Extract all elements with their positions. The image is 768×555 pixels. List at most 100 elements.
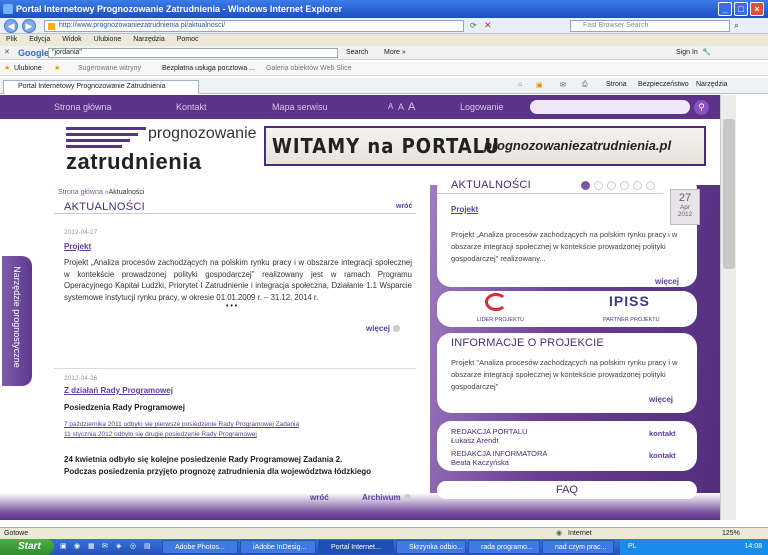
quicklaunch-icon[interactable]: ◎ — [130, 542, 136, 550]
scrollbar[interactable] — [720, 95, 736, 520]
site-search-icon[interactable]: ⚲ — [694, 100, 709, 115]
nav-home[interactable]: Strona główna — [54, 95, 112, 119]
language-indicator[interactable]: PL — [628, 539, 637, 555]
font-size-small[interactable]: A — [388, 95, 393, 119]
site-logo[interactable]: prognozowanie zatrudnienia — [66, 123, 257, 178]
clock[interactable]: 14:08 — [744, 543, 762, 550]
contact-label: REDAKCJA INFORMATORA — [451, 449, 548, 458]
print-icon[interactable]: ⎙ — [582, 81, 588, 89]
carousel-dot[interactable] — [646, 181, 655, 190]
task-button[interactable]: Adobe Photos... — [162, 540, 238, 554]
menu-tools[interactable]: Narzędzia — [133, 36, 165, 43]
task-button[interactable]: rada programo... — [468, 540, 540, 554]
project-panel-more[interactable]: więcej — [649, 395, 673, 404]
fav-web-slice[interactable]: Galeria obiektów Web Slice — [266, 62, 351, 76]
carousel-dot-active[interactable] — [581, 181, 590, 190]
add-favorite-icon[interactable]: ★ — [54, 62, 60, 76]
news-panel-more[interactable]: więcej — [655, 277, 679, 286]
news-panel: AKTUALNOŚCI Projekt Projekt „Analiza pro… — [437, 175, 697, 287]
web-search-input[interactable]: Fast Browser Search — [570, 20, 730, 32]
menu-file[interactable]: Plik — [6, 36, 17, 43]
site-nav-bar: Strona główna Kontakt Mapa serwisu A A A… — [0, 95, 720, 119]
maximize-button[interactable]: □ — [734, 2, 748, 16]
close-toolbar-icon[interactable]: ✕ — [4, 46, 10, 60]
contact-name: Beata Kaczyńska — [451, 458, 509, 467]
archive-label[interactable]: Archiwum — [362, 493, 401, 502]
article-title[interactable]: Projekt — [64, 242, 416, 251]
signin-link[interactable]: Sign In — [676, 46, 698, 60]
quicklaunch-icon[interactable]: ◈ — [116, 542, 121, 550]
security-menu[interactable]: Bezpieczeństwo — [638, 81, 689, 88]
forward-icon[interactable]: ▶ — [22, 19, 36, 33]
font-size-large[interactable]: A — [408, 95, 415, 119]
mail-icon[interactable]: ✉ — [560, 81, 566, 89]
archive-link[interactable]: Archiwum — [362, 493, 411, 502]
article-more[interactable]: więcej — [366, 324, 416, 333]
wrench-icon[interactable]: 🔧 — [702, 46, 711, 60]
refresh-icon[interactable]: ⟳ — [470, 21, 477, 30]
task-button[interactable]: nad czym prac... — [542, 540, 614, 554]
status-bar: Gotowe ◉ Internet 125% — [0, 527, 768, 539]
carousel-dot[interactable] — [633, 181, 642, 190]
address-field[interactable]: http://www.prognozowaniezatrudnienia.pl/… — [44, 20, 464, 32]
page-menu[interactable]: Strona — [606, 81, 627, 88]
faq-label[interactable]: FAQ — [556, 484, 578, 496]
main-back-link[interactable]: wróć — [396, 203, 412, 210]
google-query: "jordania" — [52, 49, 82, 56]
quicklaunch-icon[interactable]: ▦ — [88, 542, 95, 550]
browser-tab[interactable]: Portal Internetowy Prognozowanie Zatrudn… — [3, 80, 199, 94]
fav-suggested-sites[interactable]: Sugerowane witryny — [78, 62, 141, 76]
nav-sitemap[interactable]: Mapa serwisu — [272, 95, 328, 119]
article-link[interactable]: 7 października 2011 odbyło się pierwsze … — [64, 420, 416, 430]
contact-link[interactable]: kontakt — [649, 429, 676, 438]
nav-login[interactable]: Logowanie — [460, 95, 504, 119]
logo-bar — [66, 145, 122, 148]
fav-free-mail[interactable]: Bezpłatna usługa pocztowa ... — [162, 62, 255, 76]
menu-edit[interactable]: Edycja — [29, 36, 50, 43]
news-panel-link[interactable]: Projekt — [451, 205, 478, 214]
contact-link[interactable]: kontakt — [649, 451, 676, 460]
site-search-input[interactable] — [530, 100, 690, 114]
forecast-tool-tab[interactable]: Narzędzie prognostyczne — [2, 256, 32, 386]
footer-back[interactable]: wróć — [310, 493, 329, 502]
task-button[interactable]: iAdobe InDesig... — [240, 540, 316, 554]
faq-panel[interactable]: FAQ — [437, 481, 697, 499]
more-button[interactable]: More » — [384, 46, 406, 60]
favorites-button[interactable]: Ulubione — [14, 62, 42, 76]
article-link[interactable]: 11 stycznia 2012 odbyło się drugie posie… — [64, 430, 416, 440]
quicklaunch-icon[interactable]: ▤ — [144, 542, 151, 550]
quicklaunch-icon[interactable]: ◉ — [74, 542, 80, 550]
carousel-dot[interactable] — [620, 181, 629, 190]
start-button[interactable]: Start — [0, 539, 54, 555]
menu-favorites[interactable]: Ulubione — [94, 36, 122, 43]
search-icon[interactable]: ⌕ — [734, 20, 739, 31]
font-size-medium[interactable]: A — [398, 95, 404, 119]
partner-logo[interactable]: IPISS — [609, 293, 650, 309]
task-button[interactable]: Skrzynka odbio... — [396, 540, 466, 554]
article-title[interactable]: Z działań Rady Programowej — [64, 386, 416, 395]
carousel-dot[interactable] — [607, 181, 616, 190]
rss-icon[interactable]: ▣ — [536, 81, 543, 89]
stop-icon[interactable]: ✕ — [484, 20, 492, 31]
home-icon[interactable]: ⌂ — [518, 81, 522, 88]
menu-view[interactable]: Widok — [62, 36, 81, 43]
task-button-active[interactable]: Portal Internet... — [318, 540, 394, 554]
minimize-button[interactable]: _ — [718, 2, 732, 16]
menu-help[interactable]: Pomoc — [177, 36, 199, 43]
quicklaunch-icon[interactable]: ▣ — [60, 542, 67, 550]
date-month: Apr — [679, 204, 691, 211]
scrollbar-thumb[interactable] — [723, 119, 735, 269]
tools-menu[interactable]: Narzędzia — [696, 81, 728, 88]
footer-back-link[interactable]: wróć — [310, 493, 329, 502]
quicklaunch-icon[interactable]: ✉ — [102, 542, 108, 550]
close-button[interactable]: × — [750, 2, 764, 16]
leader-logo-icon[interactable] — [485, 293, 507, 311]
back-icon[interactable]: ◀ — [4, 19, 18, 33]
article-subtitle: Posiedzenia Rady Programowej — [64, 403, 185, 412]
carousel-dot[interactable] — [594, 181, 603, 190]
nav-contact[interactable]: Kontakt — [176, 95, 207, 119]
more-link[interactable]: więcej — [366, 324, 390, 333]
breadcrumb-home[interactable]: Strona główna — [58, 189, 103, 196]
google-search-button[interactable]: Search — [346, 46, 368, 60]
google-search-input[interactable]: "jordania" — [48, 48, 338, 58]
